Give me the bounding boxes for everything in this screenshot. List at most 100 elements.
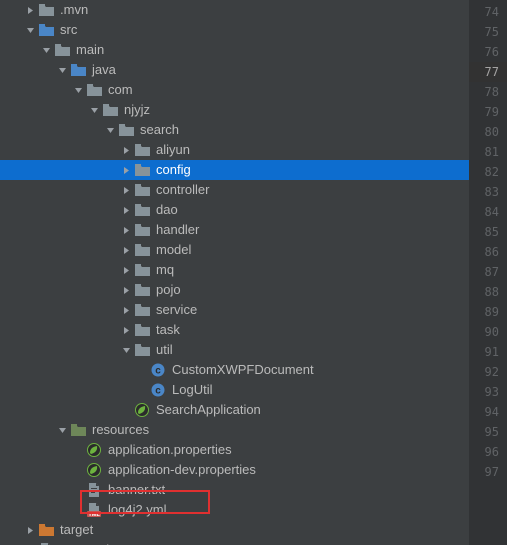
tree-item-label: SearchApplication — [156, 400, 261, 420]
folder-icon — [70, 62, 86, 78]
gutter-line-number: 75 — [469, 22, 507, 42]
tree-item-label: application-dev.properties — [108, 460, 256, 480]
tree-item-label: model — [156, 240, 191, 260]
tree-row[interactable]: application.properties — [0, 440, 469, 460]
tree-item-label: search — [140, 120, 179, 140]
chevron-down-icon[interactable] — [56, 424, 68, 436]
chevron-right-icon[interactable] — [120, 224, 132, 236]
chevron-down-icon[interactable] — [104, 124, 116, 136]
tree-row[interactable]: dao — [0, 200, 469, 220]
chevron-right-icon[interactable] — [120, 164, 132, 176]
tree-row[interactable]: com — [0, 80, 469, 100]
folder-icon — [38, 22, 54, 38]
chevron-down-icon[interactable] — [120, 344, 132, 356]
folder-icon — [134, 142, 150, 158]
tree-row[interactable]: model — [0, 240, 469, 260]
gutter-line-number: 84 — [469, 202, 507, 222]
folder-icon — [54, 42, 70, 58]
gutter-line-number: 85 — [469, 222, 507, 242]
tree-row[interactable]: util — [0, 340, 469, 360]
chevron-right-icon[interactable] — [120, 184, 132, 196]
tree-row[interactable]: service — [0, 300, 469, 320]
gutter-line-number: 88 — [469, 282, 507, 302]
folder-icon — [118, 122, 134, 138]
gutter-line-number: 81 — [469, 142, 507, 162]
tree-item-label: main — [76, 40, 104, 60]
chevron-right-icon[interactable] — [120, 324, 132, 336]
chevron-down-icon[interactable] — [40, 44, 52, 56]
tree-row[interactable]: .mvn — [0, 0, 469, 20]
tree-item-label: resources — [92, 420, 149, 440]
spring-icon — [134, 402, 150, 418]
java-class-icon: c — [150, 382, 166, 398]
svg-text:c: c — [155, 386, 161, 397]
tree-row[interactable]: banner.txt — [0, 480, 469, 500]
tree-row[interactable]: main — [0, 40, 469, 60]
gutter-line-number: 92 — [469, 362, 507, 382]
tree-item-label: aliyun — [156, 140, 190, 160]
tree-row[interactable]: aliyun — [0, 140, 469, 160]
chevron-down-icon[interactable] — [56, 64, 68, 76]
gutter-line-number: 79 — [469, 102, 507, 122]
gutter-line-number: 89 — [469, 302, 507, 322]
chevron-right-icon[interactable] — [120, 264, 132, 276]
tree-row[interactable]: application-dev.properties — [0, 460, 469, 480]
tree-row[interactable]: pojo — [0, 280, 469, 300]
yml-file-icon: YML — [86, 502, 102, 518]
gutter-line-number: 77 — [469, 62, 507, 82]
tree-row[interactable]: controller — [0, 180, 469, 200]
tree-item-label: banner.txt — [108, 480, 165, 500]
chevron-down-icon[interactable] — [24, 24, 36, 36]
chevron-down-icon[interactable] — [88, 104, 100, 116]
tree-item-label: pom.xml — [60, 540, 109, 545]
folder-icon — [134, 222, 150, 238]
tree-row[interactable]: task — [0, 320, 469, 340]
tree-item-label: service — [156, 300, 197, 320]
folder-icon — [134, 282, 150, 298]
tree-item-label: application.properties — [108, 440, 232, 460]
folder-icon — [134, 322, 150, 338]
chevron-down-icon[interactable] — [72, 84, 84, 96]
project-tree[interactable]: .mvnsrcmainjavacomnjyjzsearchaliyunconfi… — [0, 0, 469, 545]
tree-row[interactable]: pom.xml — [0, 540, 469, 545]
file-icon — [86, 482, 102, 498]
tree-item-label: util — [156, 340, 173, 360]
tree-row[interactable]: mq — [0, 260, 469, 280]
tree-item-label: handler — [156, 220, 199, 240]
tree-row[interactable]: java — [0, 60, 469, 80]
chevron-right-icon[interactable] — [24, 524, 36, 536]
tree-row[interactable]: YML log4j2.yml — [0, 500, 469, 520]
gutter-line-number: 80 — [469, 122, 507, 142]
folder-icon — [134, 182, 150, 198]
folder-icon — [134, 262, 150, 278]
chevron-right-icon[interactable] — [120, 244, 132, 256]
tree-row[interactable]: SearchApplication — [0, 400, 469, 420]
chevron-right-icon[interactable] — [120, 204, 132, 216]
chevron-right-icon[interactable] — [120, 284, 132, 296]
chevron-right-icon[interactable] — [120, 304, 132, 316]
tree-row[interactable]: c LogUtil — [0, 380, 469, 400]
tree-row[interactable]: search — [0, 120, 469, 140]
tree-item-label: src — [60, 20, 77, 40]
tree-row[interactable]: cCustomXWPFDocument — [0, 360, 469, 380]
tree-row[interactable]: target — [0, 520, 469, 540]
java-class-icon: c — [150, 362, 166, 378]
svg-text:YML: YML — [88, 512, 100, 517]
gutter-line-number: 78 — [469, 82, 507, 102]
tree-row[interactable]: handler — [0, 220, 469, 240]
chevron-right-icon[interactable] — [120, 144, 132, 156]
gutter-line-number: 83 — [469, 182, 507, 202]
gutter-line-number: 82 — [469, 162, 507, 182]
chevron-right-icon[interactable] — [24, 4, 36, 16]
spring-icon — [86, 462, 102, 478]
tree-item-label: target — [60, 520, 93, 540]
gutter-line-number: 95 — [469, 422, 507, 442]
spring-icon — [86, 442, 102, 458]
tree-row[interactable]: njyjz — [0, 100, 469, 120]
tree-item-label: LogUtil — [172, 380, 212, 400]
gutter-line-number: 96 — [469, 442, 507, 462]
tree-row[interactable]: config — [0, 160, 469, 180]
tree-item-label: log4j2.yml — [108, 500, 167, 520]
tree-row[interactable]: resources — [0, 420, 469, 440]
tree-row[interactable]: src — [0, 20, 469, 40]
